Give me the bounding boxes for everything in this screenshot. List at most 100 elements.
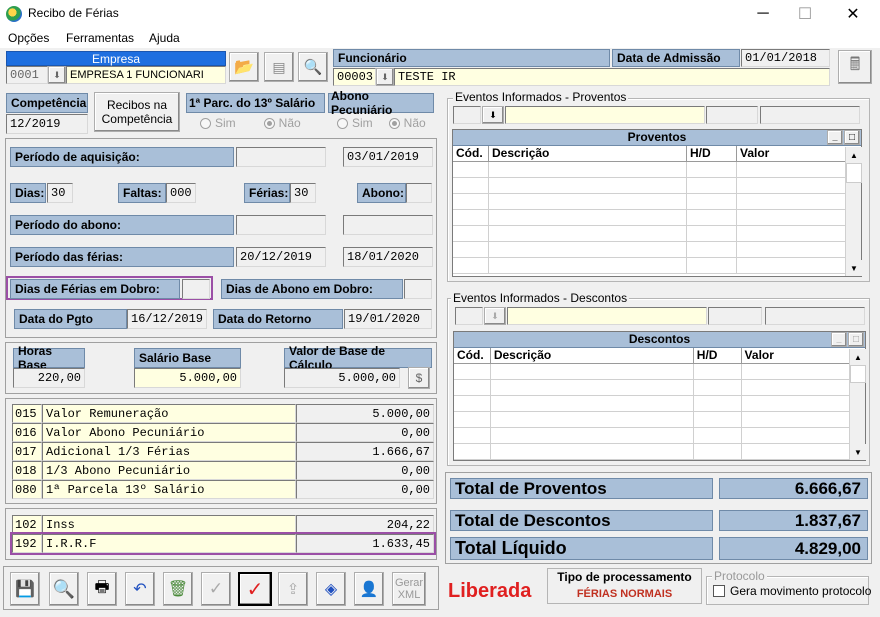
rubrica-row[interactable]: 080 1ª Parcela 13º Salário 0,00 bbox=[12, 480, 434, 499]
menu-opcoes[interactable]: Opções bbox=[8, 31, 49, 45]
print-icon[interactable]: 🖶 bbox=[87, 572, 117, 606]
scroll-thumb[interactable] bbox=[846, 163, 862, 183]
minimize-grid-icon[interactable]: _ bbox=[831, 332, 847, 347]
evento-desc-desc[interactable] bbox=[507, 307, 707, 325]
periodo-aquisicao-start[interactable] bbox=[236, 147, 326, 167]
data-pgto-value[interactable]: 16/12/2019 bbox=[127, 309, 207, 329]
competencia-value[interactable]: 12/2019 bbox=[6, 114, 88, 134]
admissao-value[interactable]: 01/01/2018 bbox=[741, 49, 830, 67]
rubrica-row[interactable]: 015 Valor Remuneração 5.000,00 bbox=[12, 404, 434, 423]
empresa-lookup-icon[interactable]: ⬇ bbox=[48, 66, 66, 84]
horas-base-value[interactable]: 220,00 bbox=[13, 368, 85, 388]
scroll-up-icon[interactable]: ▲ bbox=[850, 349, 866, 365]
faltas-value[interactable]: 000 bbox=[166, 183, 196, 203]
grid-row[interactable] bbox=[453, 226, 845, 242]
proventos-scrollbar[interactable]: ▲ ▼ bbox=[845, 147, 862, 276]
save-icon[interactable]: 💾 bbox=[10, 572, 40, 606]
rubrica-row[interactable]: 018 1/3 Abono Pecuniário 0,00 bbox=[12, 461, 434, 480]
grid-row[interactable] bbox=[454, 444, 849, 460]
evento-prov-desc[interactable] bbox=[505, 106, 705, 124]
rubrica-row[interactable]: 016 Valor Abono Pecuniário 0,00 bbox=[12, 423, 434, 442]
evento-desc-lookup-icon[interactable]: ⬇ bbox=[484, 307, 506, 325]
ferias-value[interactable]: 30 bbox=[290, 183, 316, 203]
dias-value[interactable]: 30 bbox=[47, 183, 73, 203]
abono-sim-radio[interactable]: Sim bbox=[337, 116, 373, 130]
scroll-up-icon[interactable]: ▲ bbox=[846, 147, 862, 163]
user-search-icon[interactable]: 👤 bbox=[354, 572, 384, 606]
periodo-abono-start[interactable] bbox=[236, 215, 326, 235]
abono-value[interactable] bbox=[406, 183, 432, 203]
desconto-rubrica-code: 192 bbox=[12, 534, 42, 553]
grid-row[interactable] bbox=[454, 428, 849, 444]
empresa-name[interactable]: EMPRESA 1 FUNCIONARI bbox=[66, 66, 226, 84]
grid-row[interactable] bbox=[453, 162, 845, 178]
proventos-grid[interactable]: Proventos _ □ Cód. Descrição H/D Valor ▲… bbox=[452, 129, 862, 277]
minimize-button[interactable]: ─ bbox=[740, 0, 786, 28]
gera-protocolo-checkbox[interactable]: Gera movimento protocolo bbox=[713, 584, 871, 598]
periodo-ferias-start[interactable]: 20/12/2019 bbox=[236, 247, 326, 267]
empresa-code[interactable]: 0001 bbox=[6, 66, 48, 84]
desconto-rubrica-row[interactable]: 102 Inss 204,22 bbox=[12, 515, 434, 534]
checkbox-box[interactable] bbox=[713, 585, 725, 597]
document-icon[interactable]: ▤ bbox=[264, 52, 294, 82]
dias-abono-dobro-value[interactable] bbox=[404, 279, 432, 299]
grid-row[interactable] bbox=[453, 178, 845, 194]
maximize-grid-icon[interactable]: □ bbox=[844, 130, 860, 145]
scroll-down-icon[interactable]: ▼ bbox=[850, 444, 866, 460]
grid-row[interactable] bbox=[453, 194, 845, 210]
evento-prov-code[interactable] bbox=[453, 106, 481, 124]
maximize-button[interactable]: ☐ bbox=[782, 0, 828, 28]
grid-row[interactable] bbox=[454, 364, 849, 380]
salario-base-value[interactable]: 5.000,00 bbox=[134, 368, 241, 388]
diamond-icon[interactable]: ◈ bbox=[316, 572, 346, 606]
dias-ferias-dobro-value[interactable] bbox=[182, 279, 210, 299]
search-icon[interactable]: 🔍 bbox=[49, 572, 79, 606]
gerar-xml-button[interactable]: Gerar XML bbox=[392, 572, 426, 606]
periodo-abono-end[interactable] bbox=[343, 215, 433, 235]
rubrica-row[interactable]: 017 Adicional 1/3 Férias 1.666,67 bbox=[12, 442, 434, 461]
funcionario-lookup-icon[interactable]: ⬇ bbox=[376, 68, 394, 86]
menu-ajuda[interactable]: Ajuda bbox=[149, 31, 180, 45]
funcionario-name[interactable]: TESTE IR bbox=[394, 68, 830, 86]
abono-nao-radio[interactable]: Não bbox=[388, 116, 426, 130]
evento-desc-hd[interactable] bbox=[708, 307, 762, 325]
grid-row[interactable] bbox=[454, 412, 849, 428]
evento-desc-code[interactable] bbox=[455, 307, 483, 325]
grid-row[interactable] bbox=[453, 242, 845, 258]
scroll-down-icon[interactable]: ▼ bbox=[846, 260, 862, 276]
parc13-sim-radio[interactable]: Sim bbox=[200, 116, 236, 130]
periodo-ferias-end[interactable]: 18/01/2020 bbox=[343, 247, 433, 267]
money-icon[interactable]: $ bbox=[408, 367, 430, 389]
grid-row[interactable] bbox=[453, 210, 845, 226]
undo-icon[interactable]: ↶ bbox=[125, 572, 155, 606]
empresa-label: Empresa bbox=[6, 51, 226, 66]
periodo-aquisicao-end[interactable]: 03/01/2019 bbox=[343, 147, 433, 167]
parc13-nao-radio[interactable]: Não bbox=[263, 116, 301, 130]
scroll-thumb[interactable] bbox=[850, 365, 866, 383]
open-folder-icon[interactable]: 📂 bbox=[229, 52, 259, 82]
minimize-grid-icon[interactable]: _ bbox=[827, 130, 843, 145]
recycle-bin-icon[interactable]: 🗑 bbox=[163, 572, 193, 606]
search-employee-icon[interactable]: 🔍 bbox=[298, 52, 328, 82]
recibos-competencia-button[interactable]: Recibos na Competência bbox=[94, 92, 180, 132]
check-disabled-icon[interactable]: ✓ bbox=[201, 572, 231, 606]
descontos-scrollbar[interactable]: ▲ ▼ bbox=[849, 349, 866, 460]
desconto-rubrica-row[interactable]: 192 I.R.R.F 1.633,45 bbox=[10, 532, 436, 555]
menu-ferramentas[interactable]: Ferramentas bbox=[66, 31, 134, 45]
maximize-grid-icon[interactable]: □ bbox=[848, 332, 864, 347]
calculator-icon[interactable]: 🖩 bbox=[838, 50, 872, 84]
evento-prov-hd[interactable] bbox=[706, 106, 758, 124]
valor-base-value[interactable]: 5.000,00 bbox=[284, 368, 400, 388]
funcionario-code[interactable]: 00003 bbox=[333, 68, 376, 86]
close-button[interactable]: ✕ bbox=[830, 0, 876, 28]
evento-desc-valor[interactable] bbox=[765, 307, 865, 325]
evento-prov-lookup-icon[interactable]: ⬇ bbox=[482, 106, 504, 124]
data-retorno-value[interactable]: 19/01/2020 bbox=[344, 309, 432, 329]
grid-row[interactable] bbox=[454, 380, 849, 396]
evento-prov-valor[interactable] bbox=[760, 106, 860, 124]
grid-row[interactable] bbox=[453, 258, 845, 274]
grid-row[interactable] bbox=[454, 396, 849, 412]
export-icon[interactable]: ⇪ bbox=[278, 572, 308, 606]
liberar-check-icon[interactable]: ✓ bbox=[238, 572, 272, 606]
descontos-grid[interactable]: Descontos _ □ Cód. Descrição H/D Valor ▲… bbox=[453, 331, 866, 461]
